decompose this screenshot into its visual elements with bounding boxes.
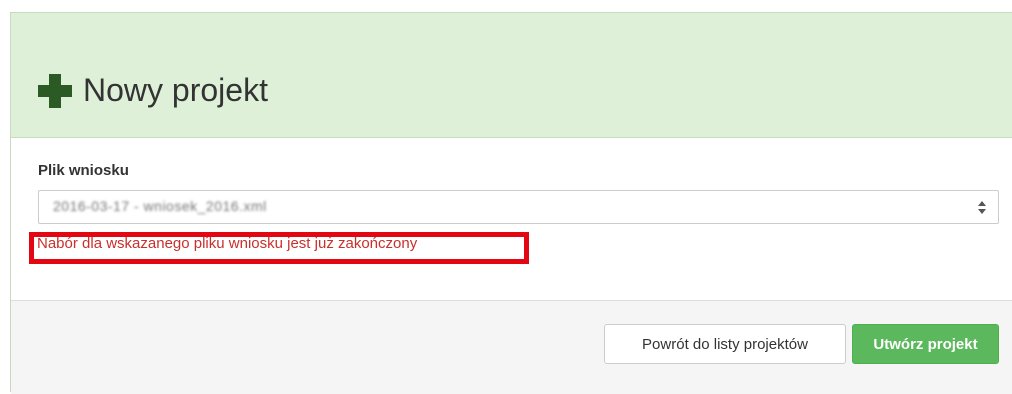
panel-heading: Nowy projekt	[11, 13, 1012, 138]
create-project-button[interactable]: Utwórz projekt	[852, 324, 999, 364]
panel-body: Plik wniosku 2016-03-17 - wniosek_2016.x…	[11, 138, 1012, 300]
page-title: Nowy projekt	[83, 72, 268, 108]
new-project-panel: Nowy projekt Plik wniosku 2016-03-17 - w…	[10, 12, 1012, 394]
panel-footer: Powrót do listy projektów Utwórz projekt	[11, 300, 1012, 394]
back-to-projects-button[interactable]: Powrót do listy projektów	[604, 324, 846, 364]
select-value: 2016-03-17 - wniosek_2016.xml	[53, 198, 267, 214]
plus-icon	[37, 73, 73, 109]
application-file-label: Plik wniosku	[38, 162, 129, 179]
select-arrows-icon	[978, 200, 986, 216]
error-message: Nabór dla wskazanego pliku wniosku jest …	[37, 235, 418, 252]
application-file-select[interactable]: 2016-03-17 - wniosek_2016.xml	[38, 190, 999, 224]
